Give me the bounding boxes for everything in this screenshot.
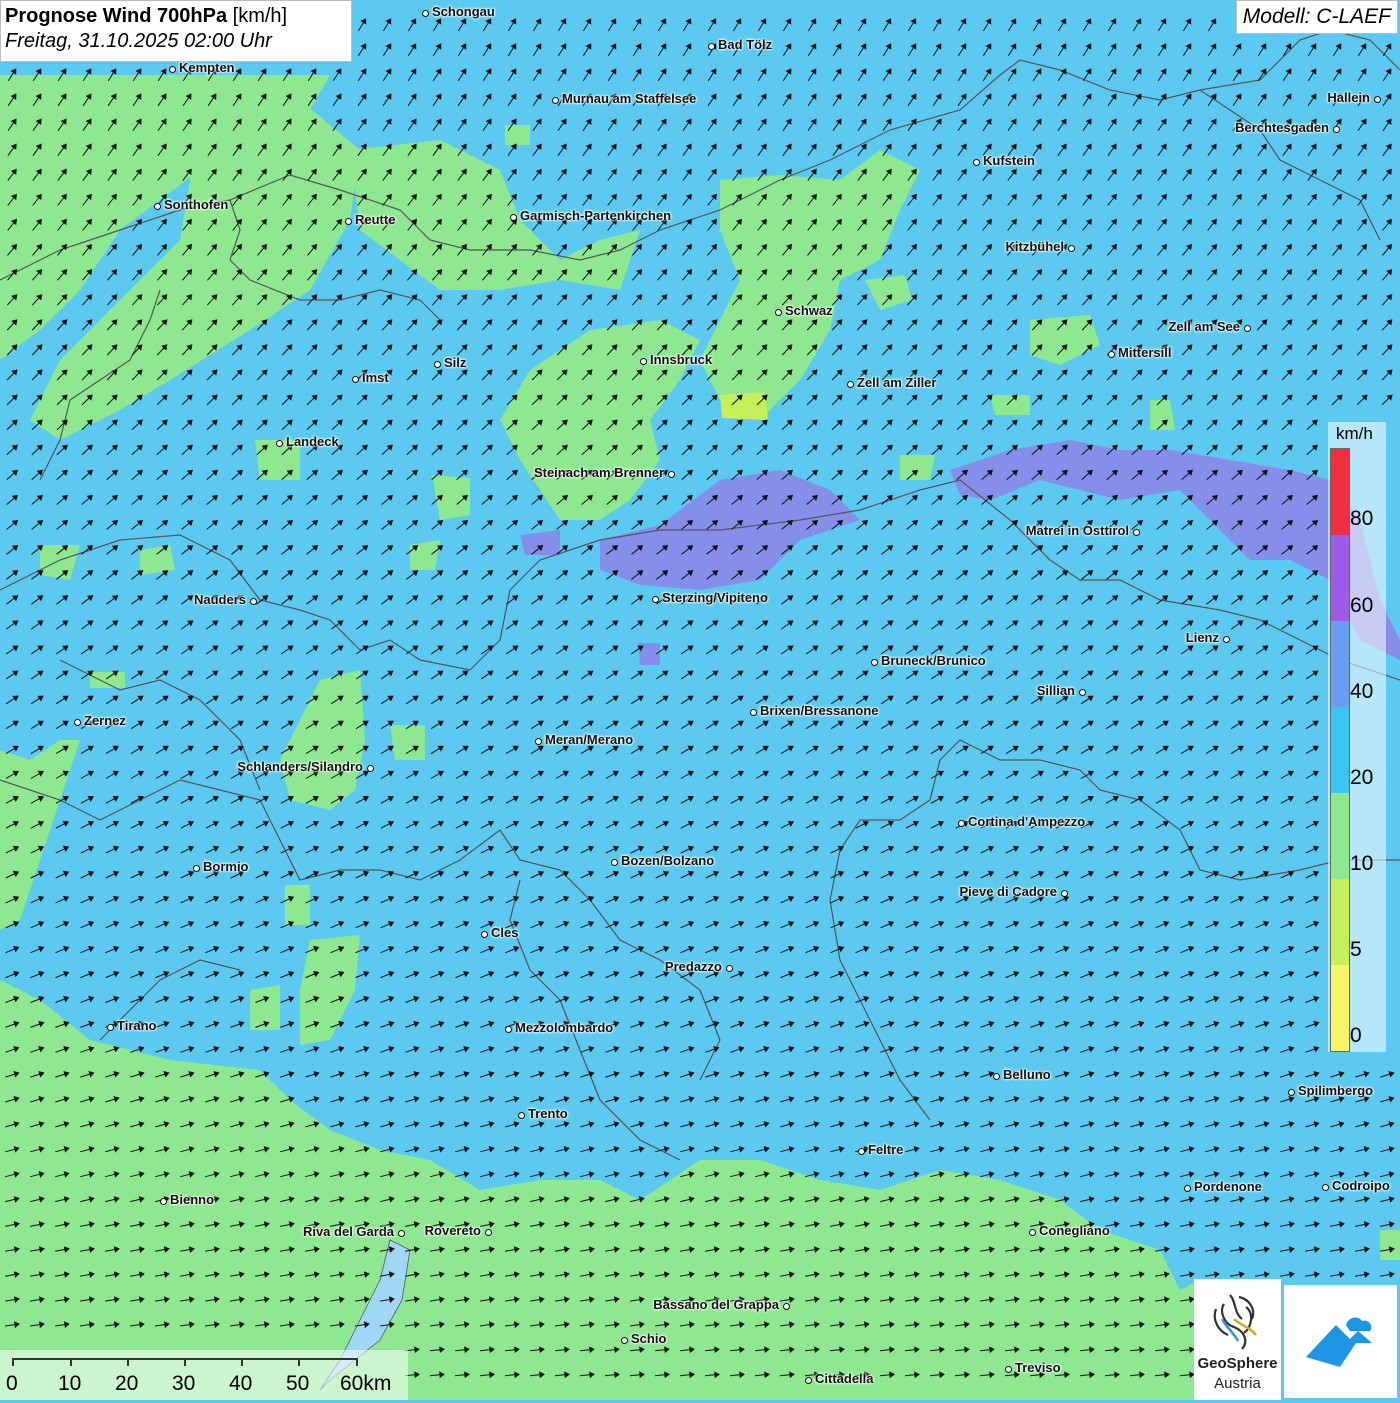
wind-5-10-area	[720, 392, 768, 420]
